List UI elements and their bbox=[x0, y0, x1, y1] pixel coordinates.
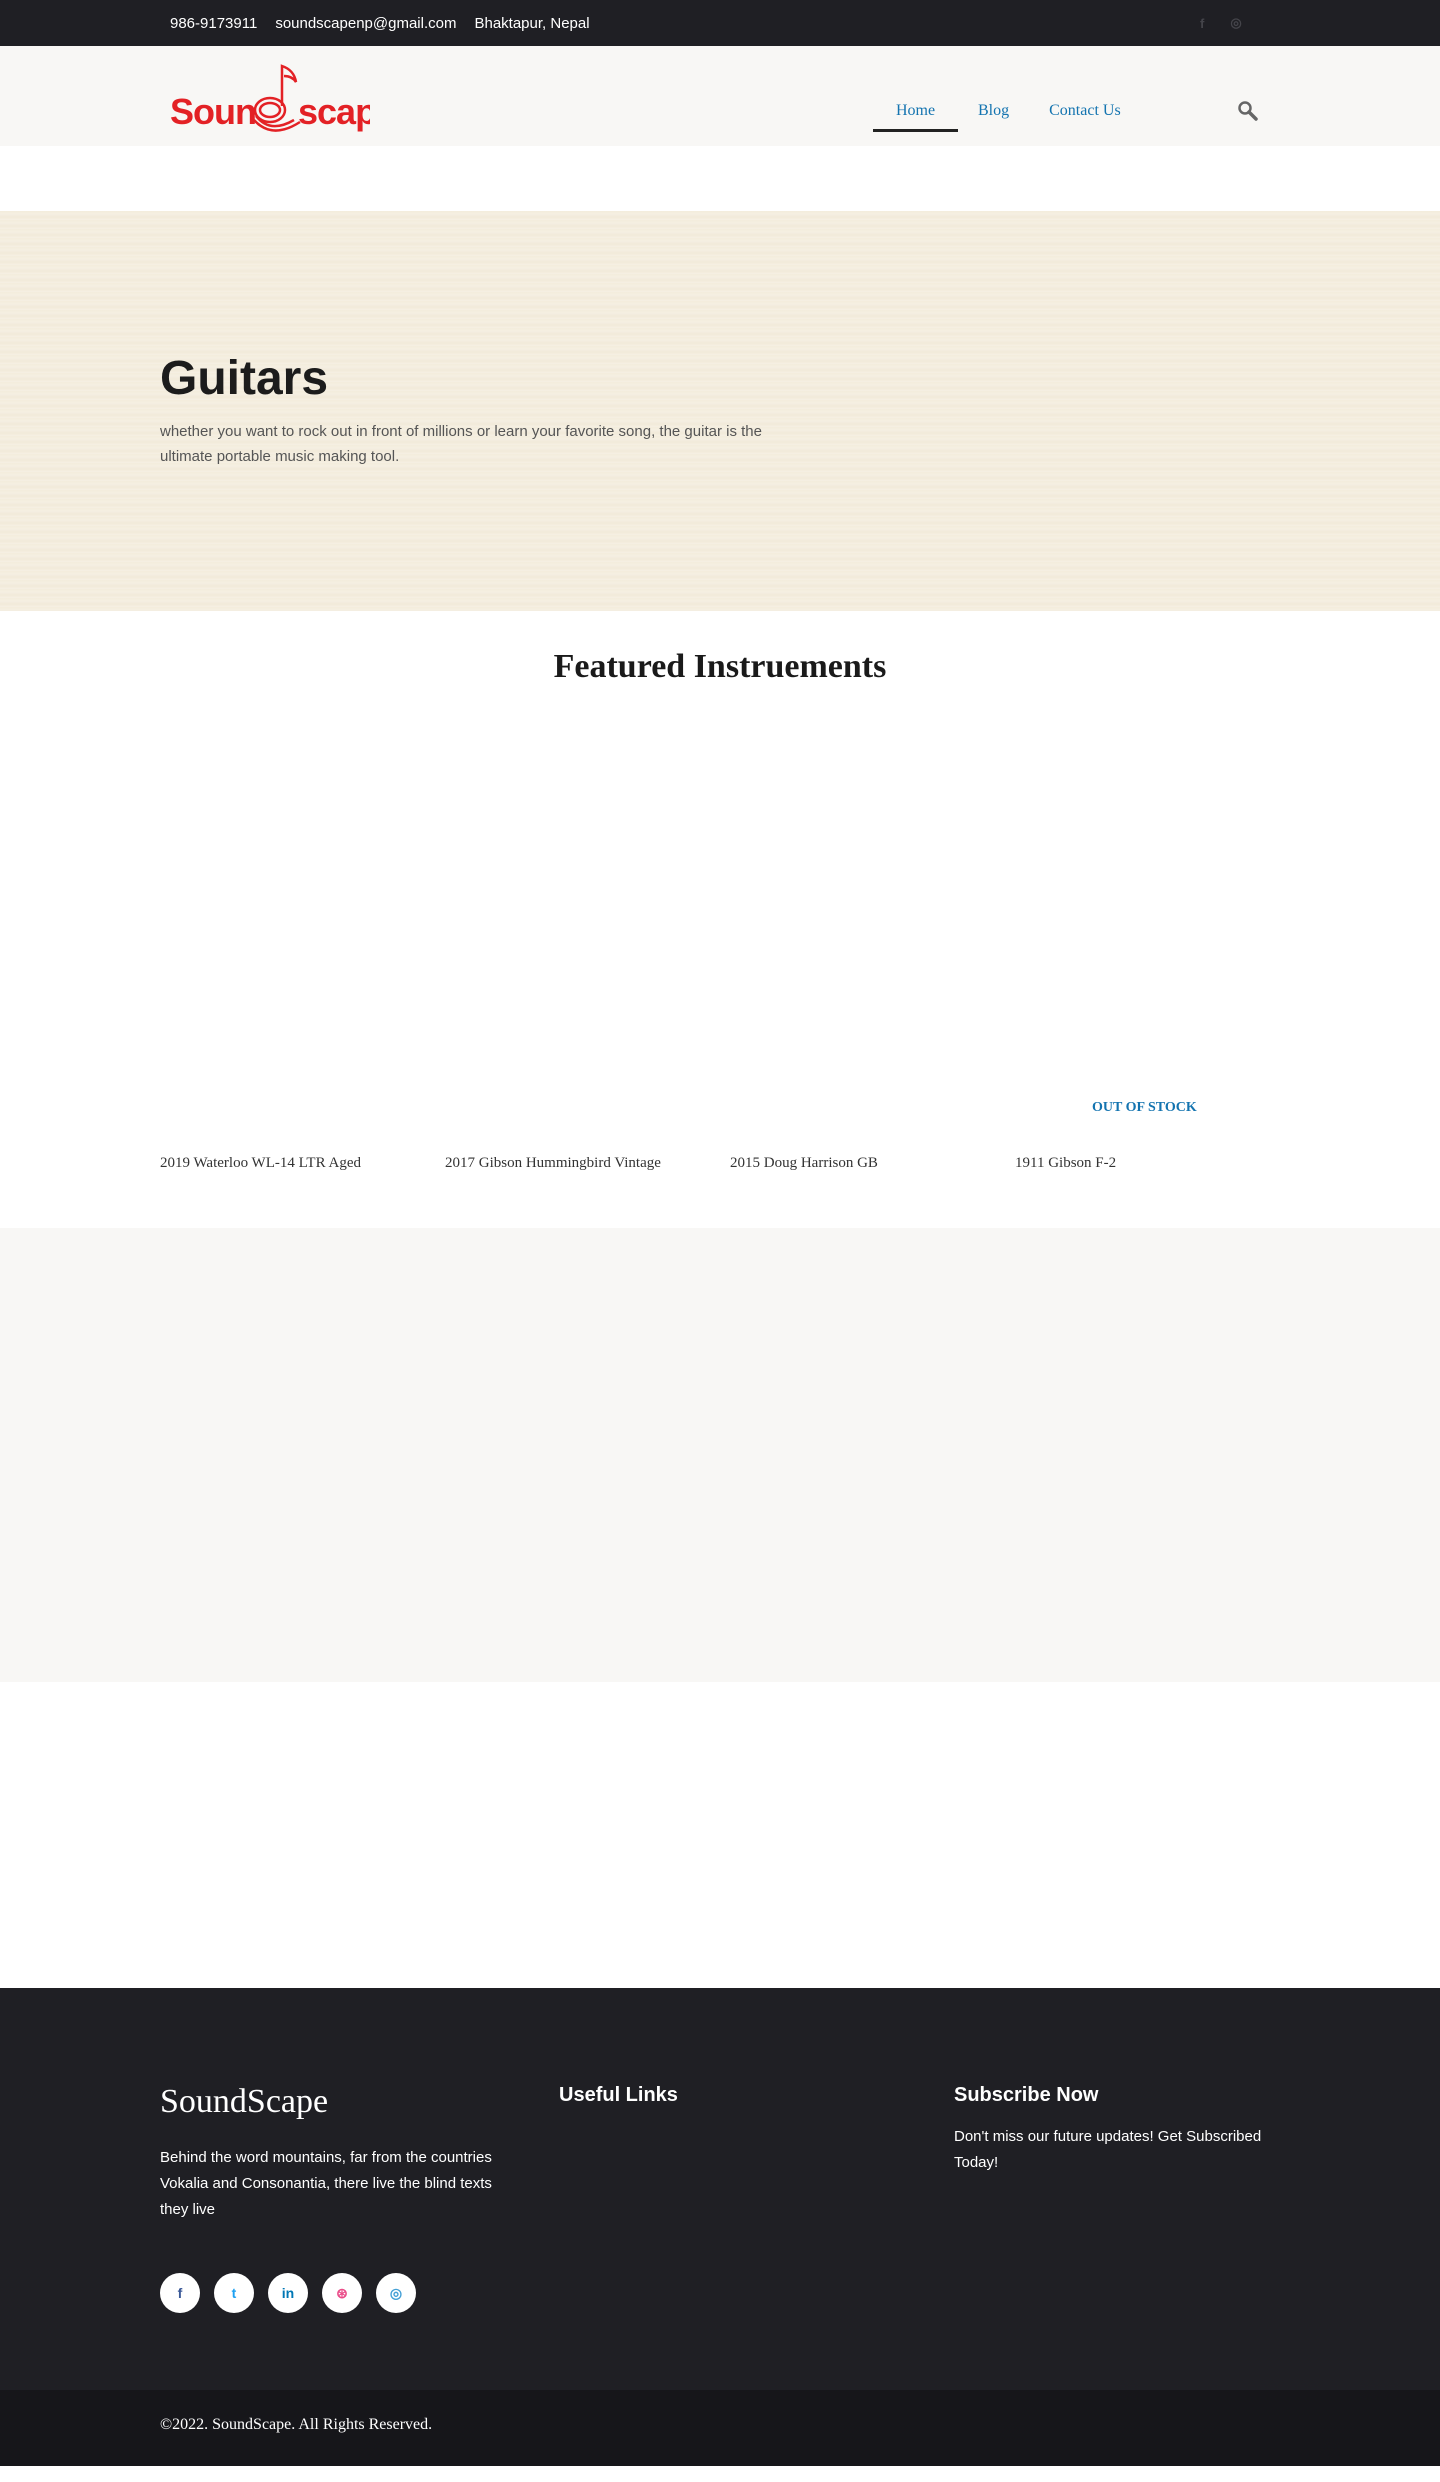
facebook-icon[interactable]: f bbox=[1200, 16, 1204, 31]
subscribe-text: Don't miss our future updates! Get Subsc… bbox=[954, 2128, 1262, 2171]
instagram-icon[interactable]: ◎ bbox=[376, 2273, 416, 2313]
useful-links-heading: Useful Links bbox=[559, 2084, 678, 2106]
footer-social-links: f t in ⊛ ◎ bbox=[160, 2273, 416, 2313]
product-title[interactable]: 2019 Waterloo WL-14 LTR Aged bbox=[160, 1155, 361, 1172]
svg-text:Soun: Soun bbox=[170, 91, 256, 132]
soundscape-logo[interactable]: Soun scape bbox=[170, 60, 396, 138]
page-title: Guitars bbox=[160, 352, 329, 405]
email-address[interactable]: soundscapenp@gmail.com bbox=[275, 15, 456, 32]
site-footer: SoundScape Behind the word mountains, fa… bbox=[0, 1988, 1440, 2390]
top-bar: 986-9173911 soundscapenp@gmail.com Bhakt… bbox=[0, 0, 1440, 46]
hero-description: whether you want to rock out in front of… bbox=[160, 423, 762, 465]
dribbble-icon[interactable]: ⊛ bbox=[322, 2273, 362, 2313]
copyright-text: ©2022. SoundScape. All Rights Reserved. bbox=[160, 2416, 433, 2433]
site-header: Soun scape Home Blog Contact Us bbox=[0, 46, 1440, 146]
main-nav: Home Blog Contact Us bbox=[873, 92, 1141, 132]
facebook-icon[interactable]: f bbox=[160, 2273, 200, 2313]
linkedin-icon[interactable]: in bbox=[268, 2273, 308, 2313]
featured-title: Featured Instruements bbox=[553, 648, 887, 685]
out-of-stock-badge: OUT OF STOCK bbox=[1092, 1100, 1197, 1115]
footer-brand: SoundScape bbox=[160, 2083, 329, 2120]
nav-contact-us[interactable]: Contact Us bbox=[1029, 92, 1141, 132]
search-icon[interactable] bbox=[1237, 100, 1259, 122]
instagram-icon[interactable]: ◎ bbox=[1230, 15, 1241, 31]
hero-banner: Guitars whether you want to rock out in … bbox=[0, 211, 1440, 611]
nav-home[interactable]: Home bbox=[873, 92, 958, 132]
content-band bbox=[0, 1228, 1440, 1682]
product-title[interactable]: 1911 Gibson F-2 bbox=[1015, 1155, 1116, 1172]
subscribe-heading: Subscribe Now bbox=[954, 2084, 1099, 2106]
copyright-bar: ©2022. SoundScape. All Rights Reserved. bbox=[0, 2390, 1440, 2466]
product-title[interactable]: 2017 Gibson Hummingbird Vintage bbox=[445, 1155, 661, 1172]
nav-blog[interactable]: Blog bbox=[958, 92, 1029, 132]
contact-info: 986-9173911 soundscapenp@gmail.com Bhakt… bbox=[170, 0, 590, 46]
footer-description: Behind the word mountains, far from the … bbox=[160, 2149, 492, 2218]
product-title[interactable]: 2015 Doug Harrison GB bbox=[730, 1155, 878, 1172]
top-social-links: f ◎ bbox=[1200, 0, 1242, 46]
location: Bhaktapur, Nepal bbox=[474, 14, 590, 32]
svg-text:scape: scape bbox=[298, 91, 370, 132]
twitter-icon[interactable]: t bbox=[214, 2273, 254, 2313]
phone-number[interactable]: 986-9173911 bbox=[170, 15, 257, 32]
